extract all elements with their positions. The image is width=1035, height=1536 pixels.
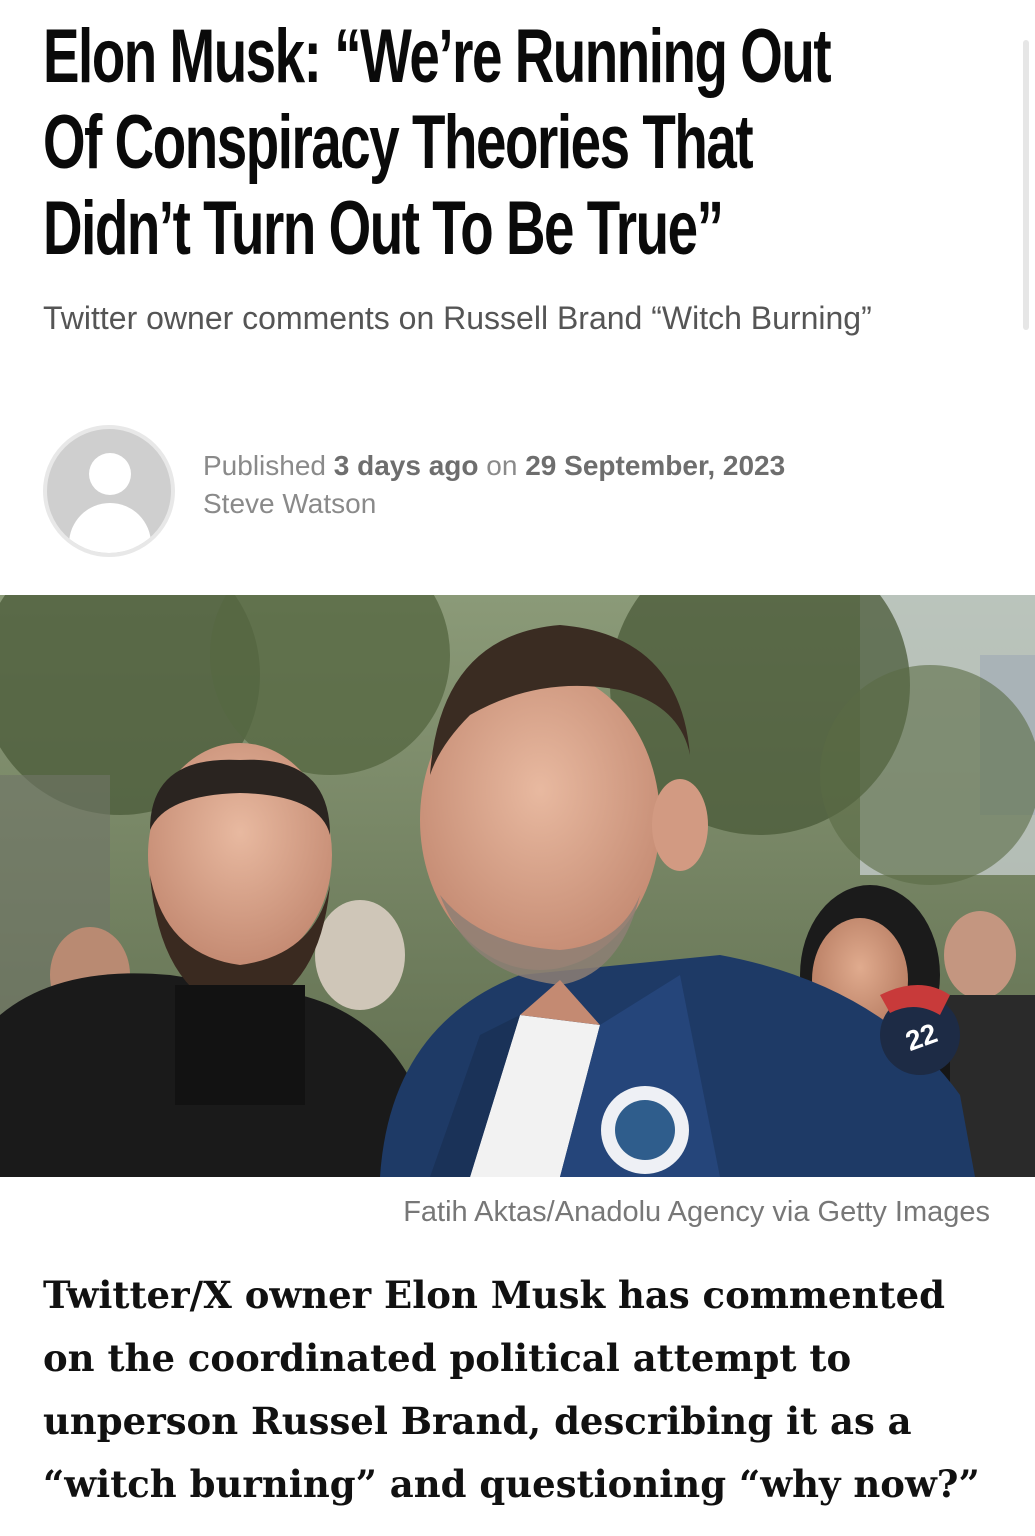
headline-line-1: Elon Musk: “We’re Running Out (43, 14, 832, 99)
headline-line-2: Of Conspiracy Theories That (43, 100, 754, 185)
article-photo: 22 (0, 595, 1035, 1177)
scrollbar[interactable] (1023, 40, 1029, 330)
photo-illustration: 22 (0, 595, 1035, 1177)
default-user-avatar-icon[interactable] (43, 425, 175, 557)
published-label: Published (203, 450, 326, 481)
author-block: Published 3 days ago on 29 September, 20… (43, 425, 983, 557)
avatar-shoulders-shape (69, 503, 151, 553)
article-subtitle: Twitter owner comments on Russell Brand … (43, 300, 872, 336)
article-meta: Published 3 days ago on 29 September, 20… (203, 447, 785, 523)
article-lede: Twitter/X owner Elon Musk has commented … (43, 1273, 980, 1506)
author-name[interactable]: Steve Watson (203, 485, 785, 523)
article-headline: Elon Musk: “We’re Running Out Of Conspir… (43, 14, 832, 272)
avatar-head-shape (89, 453, 131, 495)
publish-line: Published 3 days ago on 29 September, 20… (203, 447, 785, 485)
relative-time: 3 days ago (333, 450, 479, 481)
publish-date: 29 September, 2023 (525, 450, 786, 481)
image-caption: Fatih Aktas/Anadolu Agency via Getty Ima… (403, 1196, 990, 1228)
headline-line-3: Didn’t Turn Out To Be True” (43, 186, 724, 271)
on-label: on (486, 450, 518, 481)
